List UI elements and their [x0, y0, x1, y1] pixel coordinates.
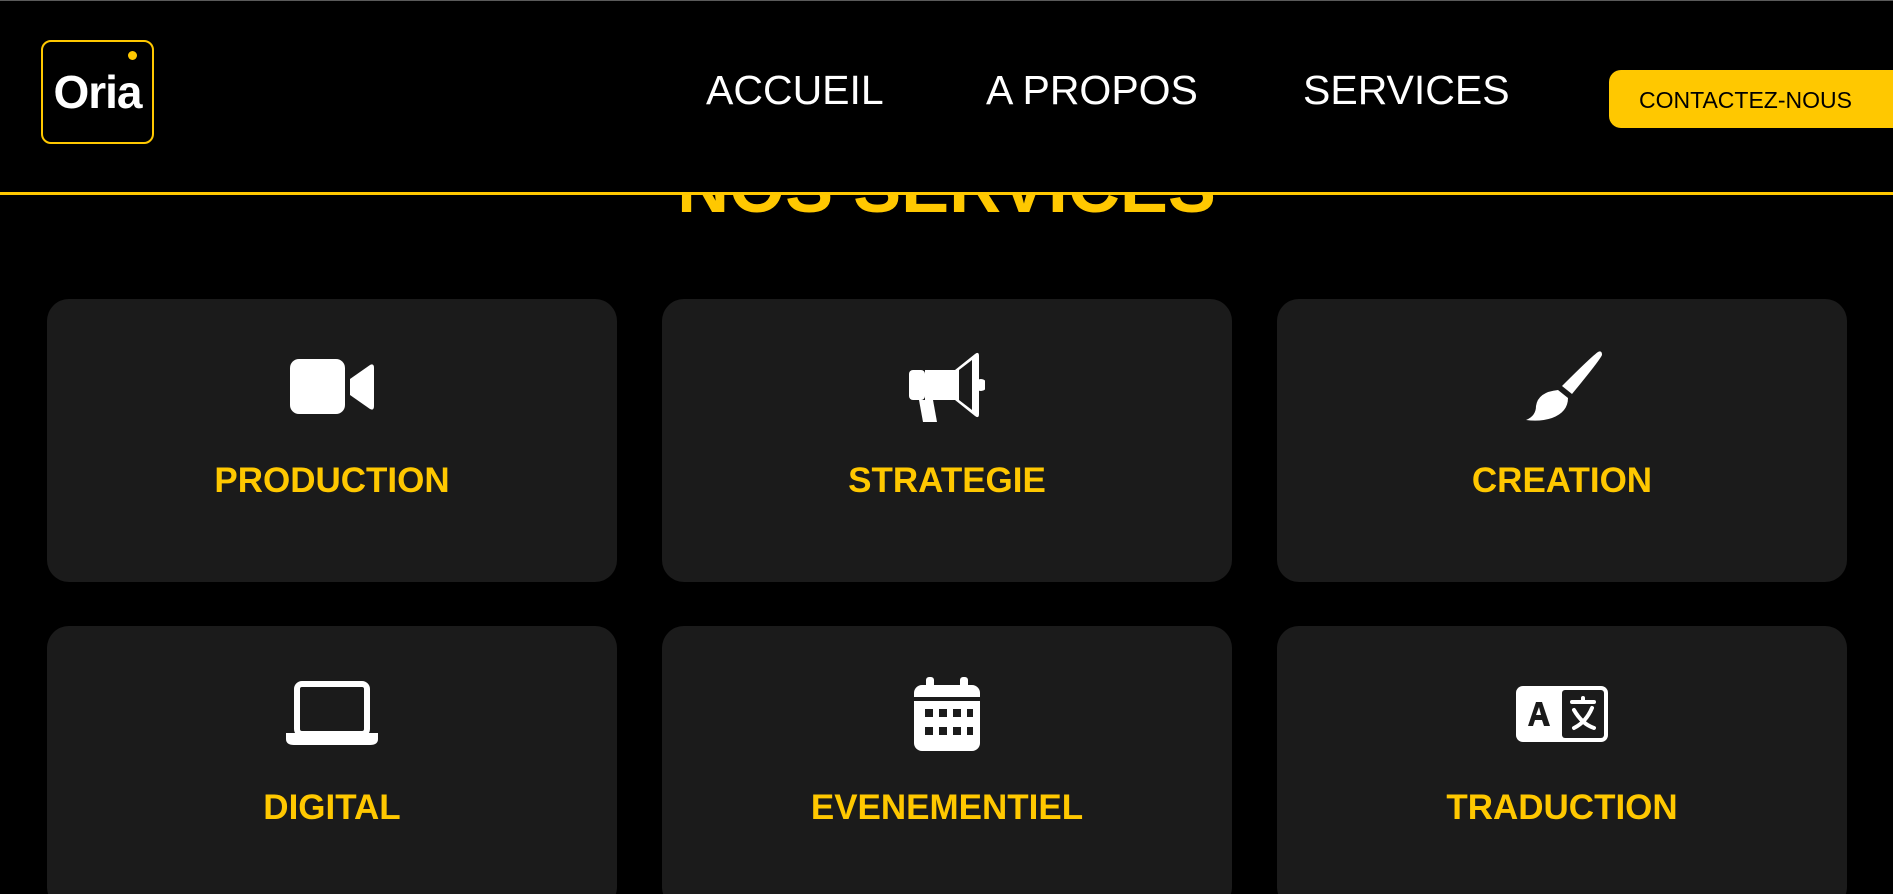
service-card-traduction[interactable]: TRADUCTION [1277, 626, 1847, 894]
megaphone-icon [662, 347, 1232, 427]
service-label: CREATION [1471, 461, 1653, 500]
site-header: Oria ACCUEIL A PROPOS SERVICES CONTACTEZ… [0, 0, 1893, 195]
laptop-icon [47, 674, 617, 754]
service-label: PRODUCTION [214, 461, 450, 500]
calendar-icon [662, 674, 1232, 754]
service-card-creation[interactable]: CREATION [1277, 299, 1847, 582]
nav-link-services[interactable]: SERVICES [1303, 65, 1510, 115]
service-label: TRADUCTION [1446, 788, 1678, 827]
service-card-digital[interactable]: DIGITAL [47, 626, 617, 894]
video-camera-icon [47, 347, 617, 427]
contact-button[interactable]: CONTACTEZ-NOUS [1609, 70, 1893, 128]
service-card-production[interactable]: PRODUCTION [47, 299, 617, 582]
nav-link-accueil[interactable]: ACCUEIL [706, 65, 884, 115]
paintbrush-icon [1277, 347, 1847, 427]
service-card-strategie[interactable]: STRATEGIE [662, 299, 1232, 582]
service-label: EVENEMENTIEL [810, 788, 1084, 827]
logo-text: Oria [53, 66, 142, 118]
service-label: DIGITAL [263, 788, 401, 827]
nav-link-a-propos[interactable]: A PROPOS [986, 65, 1198, 115]
language-icon [1277, 674, 1847, 754]
service-label: STRATEGIE [848, 461, 1046, 500]
service-card-evenementiel[interactable]: EVENEMENTIEL [662, 626, 1232, 894]
logo[interactable]: Oria [41, 40, 154, 144]
logo-dot-accent [128, 51, 137, 60]
page: NOS SERVICES Oria ACCUEIL A PROPOS SERVI… [0, 0, 1893, 894]
